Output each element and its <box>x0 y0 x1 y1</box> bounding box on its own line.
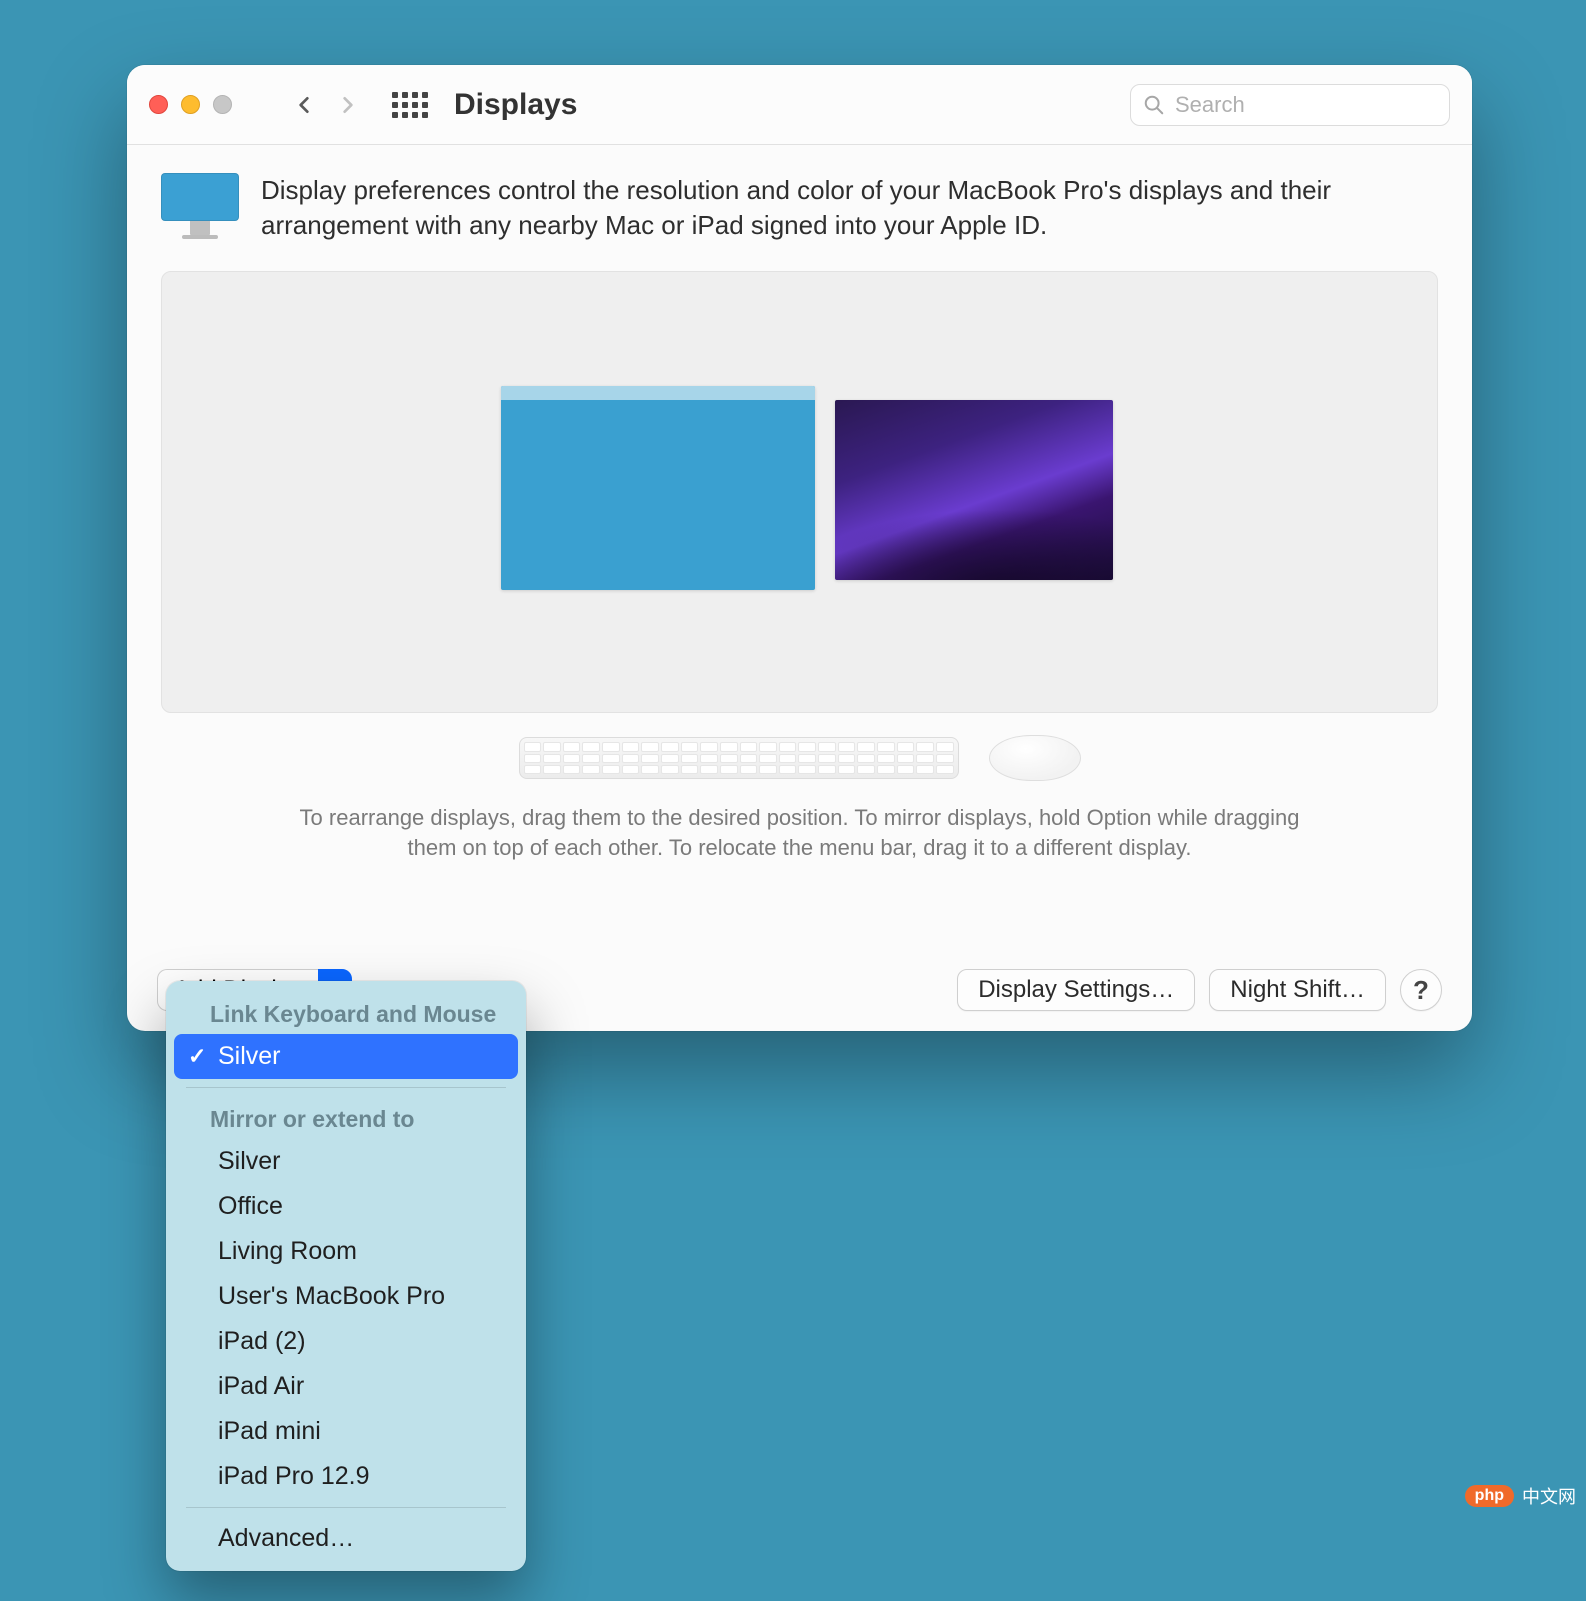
page-title: Displays <box>454 88 577 122</box>
menu-item[interactable]: Silver <box>174 1139 518 1184</box>
menu-separator <box>186 1087 506 1088</box>
titlebar: Displays <box>127 65 1472 145</box>
watermark: php 中文网 <box>1465 1483 1576 1509</box>
grid-icon <box>392 92 428 118</box>
display-thumb-secondary[interactable] <box>835 400 1113 580</box>
menu-section-mirror: Mirror or extend to <box>166 1096 526 1139</box>
add-display-menu[interactable]: Link Keyboard and Mouse Silver Mirror or… <box>166 981 526 1571</box>
devices-illustration <box>161 735 1438 781</box>
menu-section-link: Link Keyboard and Mouse <box>166 991 526 1034</box>
menu-separator <box>186 1507 506 1508</box>
maximize-icon[interactable] <box>213 95 232 114</box>
hint-text: To rearrange displays, drag them to the … <box>280 803 1320 862</box>
help-button[interactable]: ? <box>1400 969 1442 1011</box>
minimize-icon[interactable] <box>181 95 200 114</box>
close-icon[interactable] <box>149 95 168 114</box>
menu-item[interactable]: iPad Pro 12.9 <box>174 1454 518 1499</box>
menu-item[interactable]: Office <box>174 1184 518 1229</box>
back-button[interactable] <box>282 83 326 127</box>
menu-item[interactable]: iPad Air <box>174 1364 518 1409</box>
display-icon <box>161 173 239 239</box>
arrangement-area[interactable] <box>161 271 1438 713</box>
body: Display preferences control the resoluti… <box>127 145 1472 863</box>
search-input[interactable] <box>1175 92 1437 118</box>
window-controls <box>149 95 232 114</box>
preferences-window: Displays Display preferences control the… <box>127 65 1472 1031</box>
menu-item[interactable]: iPad mini <box>174 1409 518 1454</box>
display-settings-button[interactable]: Display Settings… <box>957 969 1195 1011</box>
search-icon <box>1143 94 1165 116</box>
menu-item-advanced[interactable]: Advanced… <box>174 1516 518 1561</box>
night-shift-button[interactable]: Night Shift… <box>1209 969 1386 1011</box>
search-field[interactable] <box>1130 84 1450 126</box>
chevron-left-icon <box>294 91 314 119</box>
display-thumb-primary[interactable] <box>501 386 815 590</box>
mouse-icon <box>989 735 1081 781</box>
chevron-right-icon <box>338 91 358 119</box>
intro-row: Display preferences control the resoluti… <box>161 173 1438 243</box>
menu-item[interactable]: User's MacBook Pro <box>174 1274 518 1319</box>
menu-item[interactable]: Silver <box>174 1034 518 1079</box>
show-all-button[interactable] <box>388 83 432 127</box>
watermark-badge: php <box>1465 1485 1514 1507</box>
intro-text: Display preferences control the resoluti… <box>261 173 1411 243</box>
menu-item[interactable]: iPad (2) <box>174 1319 518 1364</box>
watermark-text: 中文网 <box>1522 1483 1576 1509</box>
keyboard-icon <box>519 737 959 779</box>
menu-item[interactable]: Living Room <box>174 1229 518 1274</box>
forward-button[interactable] <box>326 83 370 127</box>
